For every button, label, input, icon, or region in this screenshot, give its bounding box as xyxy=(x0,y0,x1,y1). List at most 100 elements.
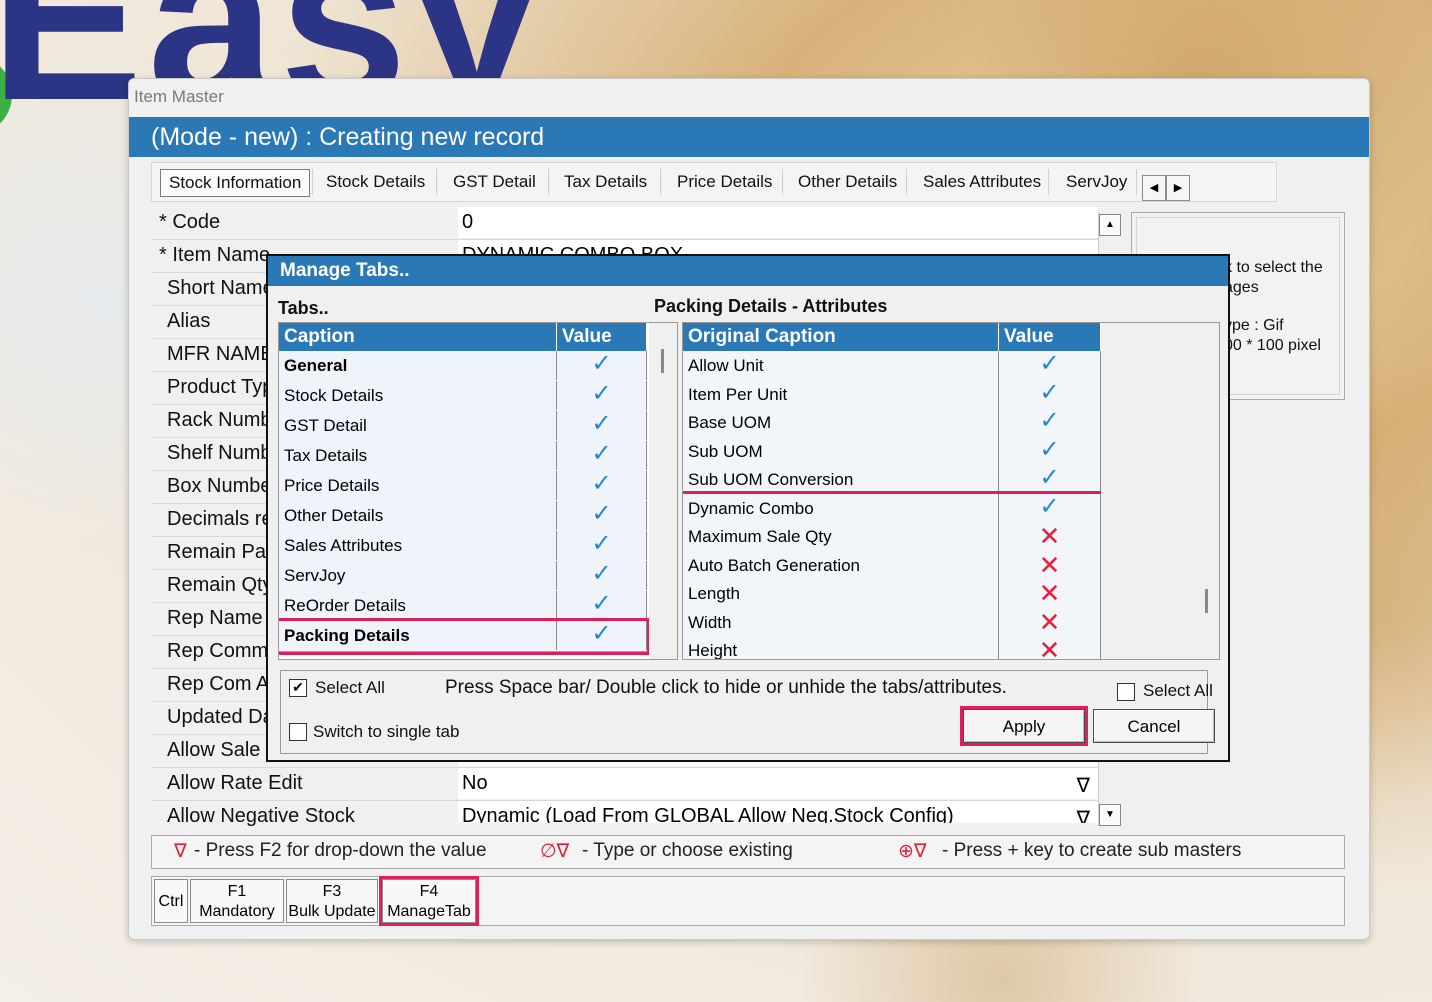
function-key-bar: Ctrl F1 Mandatory F3 Bulk Update F4 Mana… xyxy=(151,876,1345,926)
tab-row[interactable]: GST Detail ✓ xyxy=(279,411,647,442)
tab-stock-details[interactable]: Stock Details xyxy=(326,169,425,195)
cross-icon[interactable]: ✕ xyxy=(999,522,1101,551)
fkey-label: Mandatory xyxy=(199,903,275,920)
legend-text: - Type or choose existing xyxy=(582,840,793,861)
tab-price-details[interactable]: Price Details xyxy=(677,169,772,195)
cross-icon[interactable]: ✕ xyxy=(999,636,1101,659)
image-hint: 00 * 100 pixel xyxy=(1224,337,1321,354)
checkmark-icon[interactable]: ✓ xyxy=(557,441,647,470)
attribute-row[interactable]: Allow Unit ✓ xyxy=(683,351,1101,381)
tabs-grid-scrollbar[interactable] xyxy=(649,323,677,659)
attribute-row[interactable]: Width ✕ xyxy=(683,607,1101,637)
scroll-up-icon[interactable]: ▲ xyxy=(1099,214,1121,236)
checkmark-icon[interactable]: ✓ xyxy=(557,561,647,590)
checkmark-icon[interactable]: ✓ xyxy=(557,531,647,560)
scroll-thumb[interactable] xyxy=(661,349,664,373)
attribute-row[interactable]: Sub UOM ✓ xyxy=(683,436,1101,466)
field-label: * Item Name xyxy=(159,244,271,266)
checkmark-icon[interactable]: ✓ xyxy=(557,501,647,530)
attributes-grid-scrollbar[interactable] xyxy=(1101,323,1219,659)
select-all-tabs-checkbox[interactable]: ✔ xyxy=(289,679,307,697)
checkmark-icon[interactable]: ✓ xyxy=(999,436,1101,466)
attribute-row[interactable]: Base UOM ✓ xyxy=(683,408,1101,438)
row-caption: Length xyxy=(683,579,999,608)
ctrl-key-button[interactable]: Ctrl xyxy=(154,879,188,923)
field-label: Short Name xyxy=(167,277,274,299)
row-caption: Dynamic Combo xyxy=(683,493,999,523)
allow-rate-edit-field[interactable]: No ∇ xyxy=(458,768,1098,799)
tab-row[interactable]: ServJoy ✓ xyxy=(279,561,647,592)
checkmark-icon[interactable]: ✓ xyxy=(999,465,1101,494)
f4-manage-tab-button[interactable]: F4 ManageTab xyxy=(379,876,479,926)
checkmark-icon[interactable]: ✓ xyxy=(557,351,647,380)
apply-button[interactable]: Apply xyxy=(960,706,1088,746)
checkmark-icon[interactable]: ✓ xyxy=(557,471,647,500)
tab-servjoy[interactable]: ServJoy xyxy=(1066,169,1127,195)
tab-row[interactable]: ReOrder Details ✓ xyxy=(279,591,647,622)
tab-tax-details[interactable]: Tax Details xyxy=(564,169,647,195)
f3-bulk-update-button[interactable]: F3 Bulk Update xyxy=(286,879,378,923)
attribute-row[interactable]: Dynamic Combo ✓ xyxy=(683,490,1104,526)
attribute-row[interactable]: Item Per Unit ✓ xyxy=(683,379,1101,409)
f1-mandatory-button[interactable]: F1 Mandatory xyxy=(190,879,284,923)
checkmark-icon[interactable]: ✓ xyxy=(999,379,1101,409)
checkmark-icon[interactable]: ✓ xyxy=(999,351,1101,380)
tab-stock-information[interactable]: Stock Information xyxy=(160,169,311,197)
tab-separator xyxy=(436,169,437,195)
attribute-row[interactable]: Sub UOM Conversion ✓ xyxy=(683,465,1101,495)
checkmark-icon[interactable]: ✓ xyxy=(557,381,647,410)
cross-icon[interactable]: ✕ xyxy=(999,607,1101,637)
dialog-title: Manage Tabs.. xyxy=(268,256,1228,286)
tab-row[interactable]: Stock Details ✓ xyxy=(279,381,647,412)
tab-row[interactable]: Price Details ✓ xyxy=(279,471,647,502)
cross-icon[interactable]: ✕ xyxy=(999,579,1101,608)
tab-separator xyxy=(1048,169,1049,195)
tab-sales-attributes[interactable]: Sales Attributes xyxy=(923,169,1041,195)
checkmark-icon[interactable]: ✓ xyxy=(999,408,1101,437)
single-tab-label: Switch to single tab xyxy=(313,722,460,741)
tab-other-details[interactable]: Other Details xyxy=(798,169,897,195)
scroll-thumb[interactable] xyxy=(1205,589,1208,613)
tab-separator xyxy=(1136,169,1137,195)
select-all-attributes-label: Select All xyxy=(1143,681,1213,700)
field-label: * Code xyxy=(159,211,221,233)
checkmark-icon[interactable]: ✓ xyxy=(557,621,647,650)
fkey-label: ManageTab xyxy=(387,903,471,920)
tab-scroll-left-icon[interactable]: ◀ xyxy=(1142,175,1166,201)
attribute-row[interactable]: Auto Batch Generation ✕ xyxy=(683,550,1101,580)
allow-negative-stock-value: Dynamic (Load From GLOBAL Allow Neg.Stoc… xyxy=(462,805,954,823)
tabs-value-header: Value xyxy=(557,323,647,351)
tab-row[interactable]: General ✓ xyxy=(279,351,647,382)
dropdown-icon[interactable]: ∇ xyxy=(1077,771,1090,799)
scroll-down-icon[interactable]: ▼ xyxy=(1099,804,1121,826)
tab-row[interactable]: Other Details ✓ xyxy=(279,501,647,532)
row-caption: Base UOM xyxy=(683,408,999,437)
tab-separator xyxy=(548,169,549,195)
tab-row[interactable]: Packing Details ✓ xyxy=(279,618,650,655)
hint-text: Press Space bar/ Double click to hide or… xyxy=(445,677,1007,698)
tab-scroll-right-icon[interactable]: ▶ xyxy=(1166,175,1190,201)
code-field[interactable]: 0 xyxy=(458,207,1098,238)
checkmark-icon[interactable]: ✓ xyxy=(557,411,647,440)
tabs-grid: Caption Value General ✓ Stock Details ✓ GST … xyxy=(278,322,678,660)
cancel-button[interactable]: Cancel xyxy=(1093,709,1215,743)
field-label: Allow Sale xyxy=(167,739,261,761)
row-caption: Stock Details xyxy=(279,381,557,410)
cross-icon[interactable]: ✕ xyxy=(999,550,1101,580)
checkmark-icon[interactable]: ✓ xyxy=(557,591,647,620)
create-symbol-icon: ⊕∇ xyxy=(898,841,927,862)
tab-row[interactable]: Tax Details ✓ xyxy=(279,441,647,472)
tab-gst-detail[interactable]: GST Detail xyxy=(453,169,536,195)
select-all-attributes-checkbox[interactable] xyxy=(1117,683,1135,701)
checkmark-icon[interactable]: ✓ xyxy=(999,493,1101,523)
attribute-row[interactable]: Height ✕ xyxy=(683,636,1101,659)
single-tab-checkbox[interactable] xyxy=(289,723,307,741)
tab-row[interactable]: Sales Attributes ✓ xyxy=(279,531,647,562)
fkey-code: F4 xyxy=(419,883,439,900)
image-hint: ype : Gif xyxy=(1224,317,1284,334)
dropdown-icon[interactable]: ∇ xyxy=(1077,804,1090,823)
allow-negative-stock-field[interactable]: Dynamic (Load From GLOBAL Allow Neg.Stoc… xyxy=(458,801,1098,823)
attributes-heading: Packing Details - Attributes xyxy=(654,296,888,316)
attribute-row[interactable]: Length ✕ xyxy=(683,579,1101,609)
attribute-row[interactable]: Maximum Sale Qty ✕ xyxy=(683,522,1101,552)
